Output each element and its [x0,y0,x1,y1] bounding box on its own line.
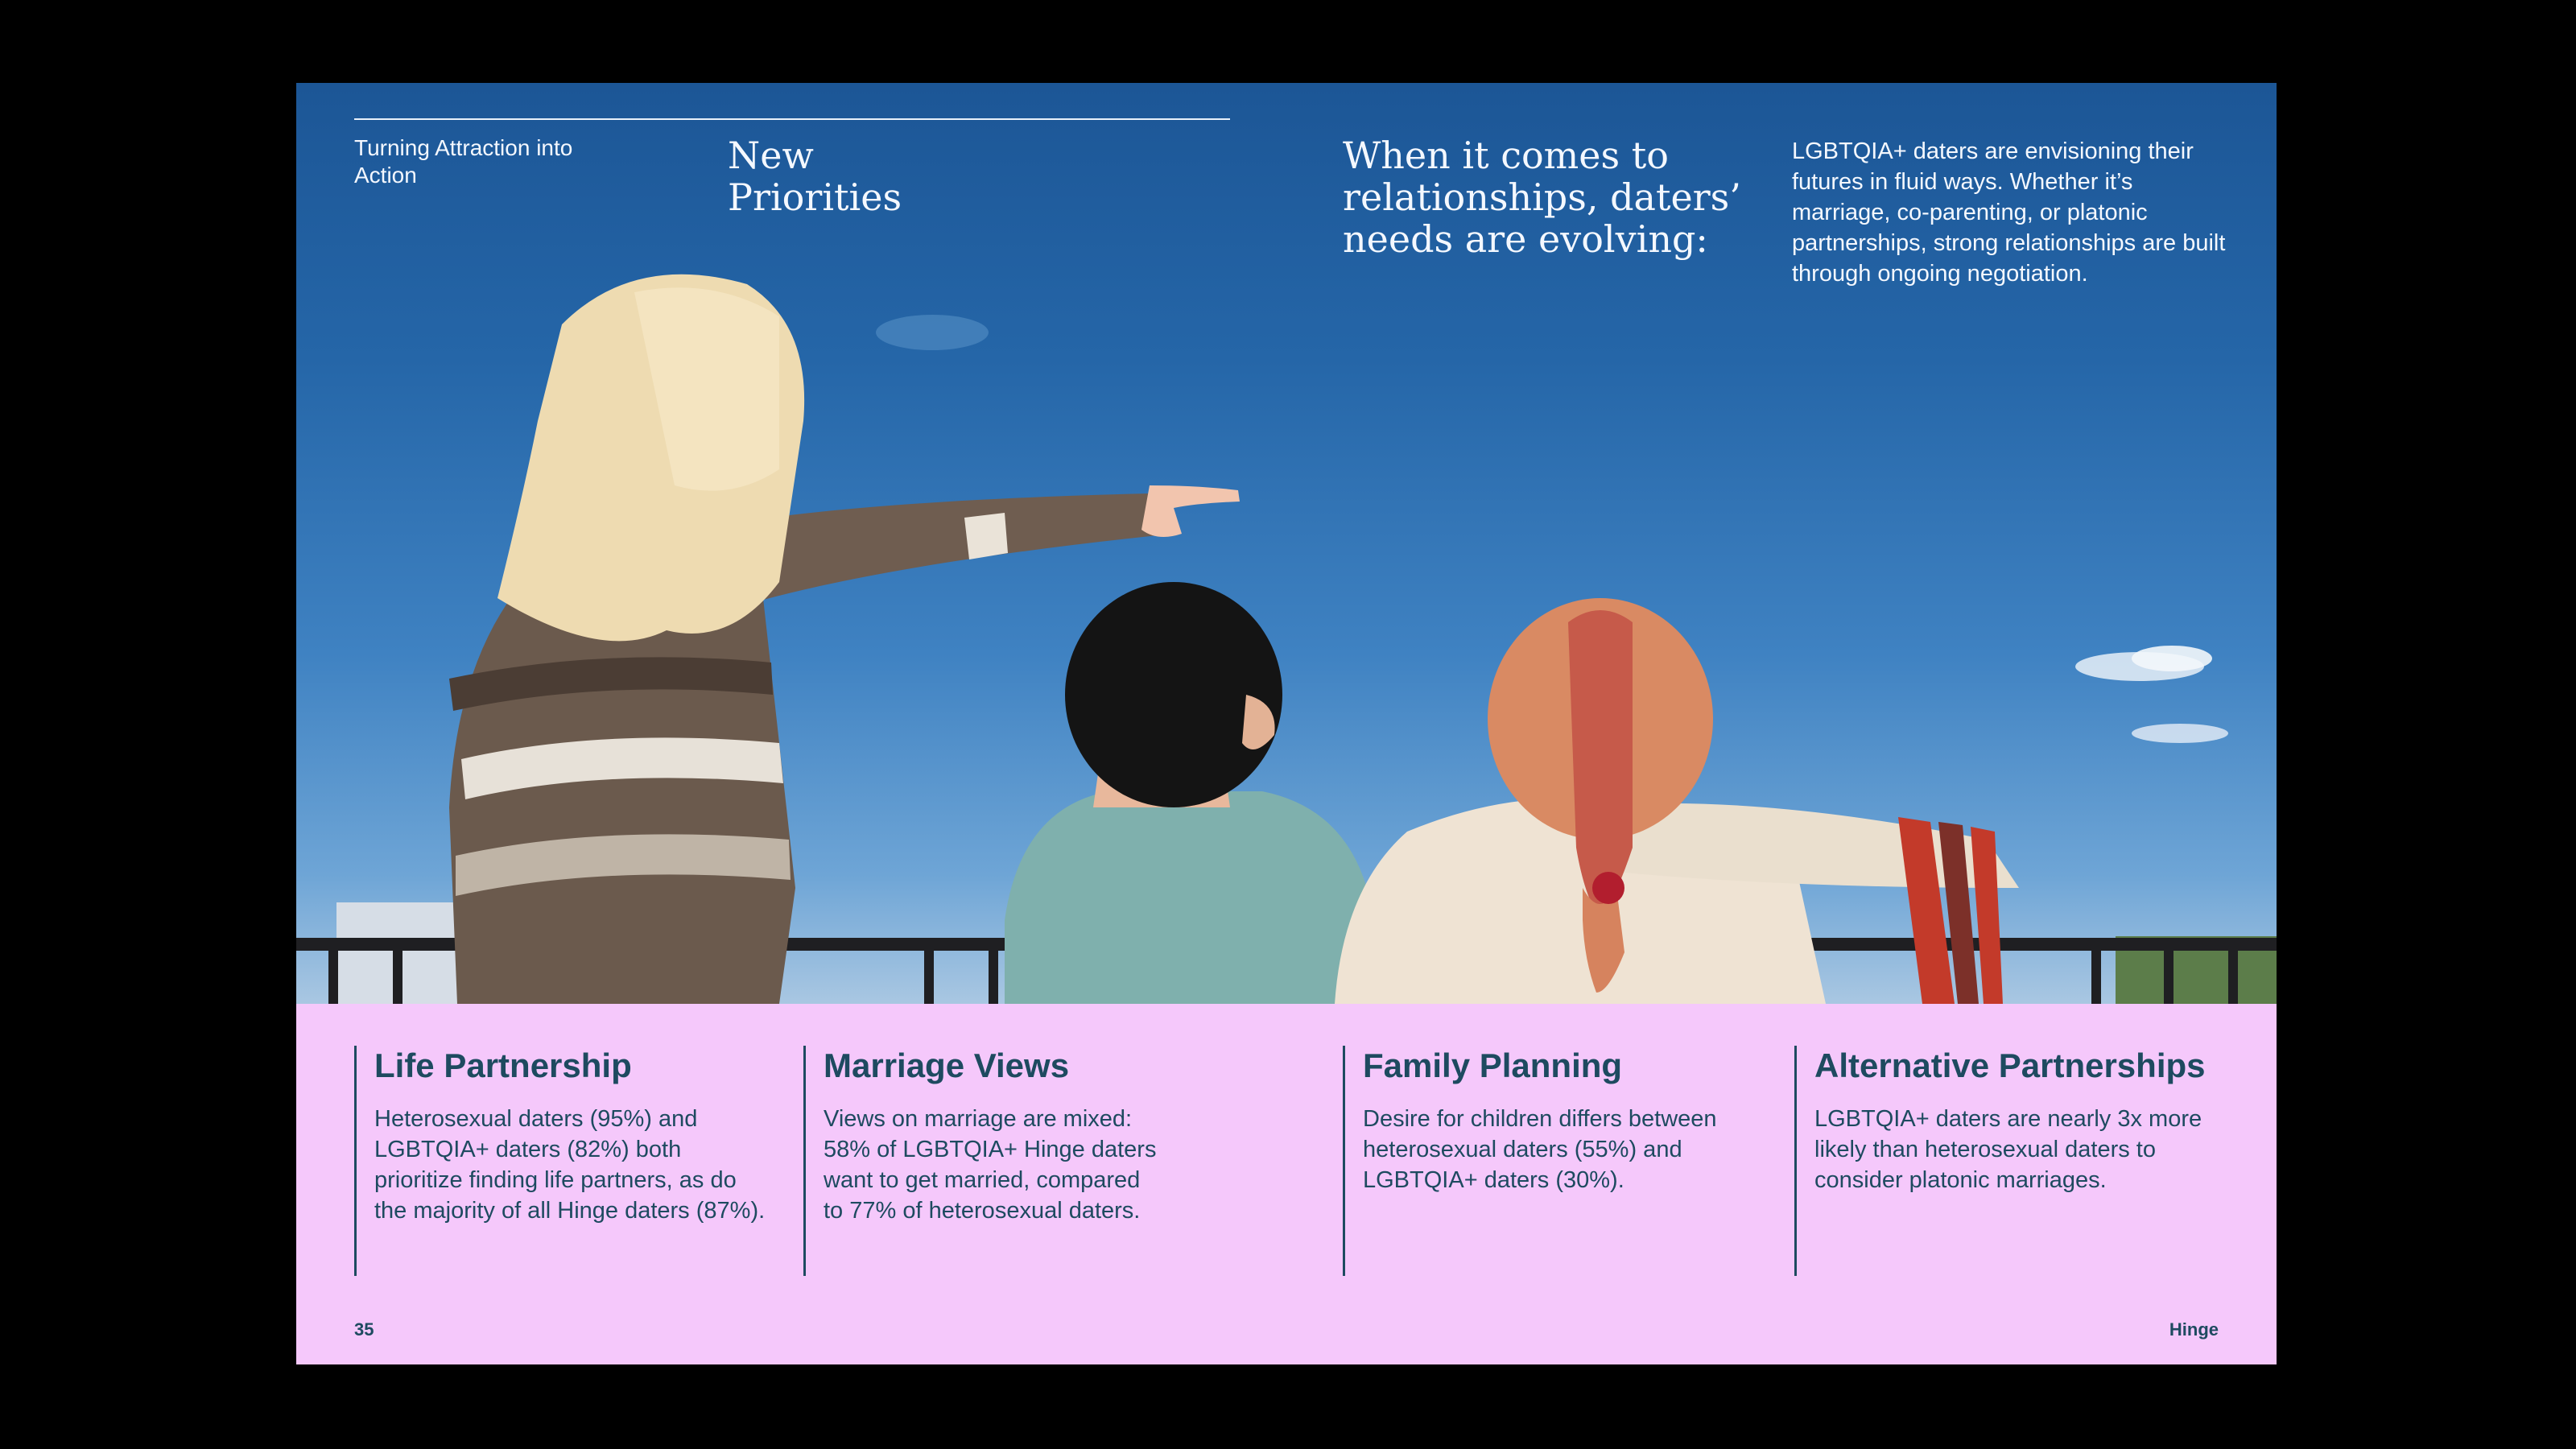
card-title: Alternative Partnerships [1814,1046,2206,1084]
card-life-partnership: Life Partnership Heterosexual daters (95… [354,1046,773,1276]
card-marriage-views: Marriage Views Views on marriage are mix… [803,1046,1158,1276]
hero-photo: Turning Attraction into Action New Prior… [296,83,2277,1004]
stats-panel: Life Partnership Heterosexual daters (95… [296,1004,2277,1364]
top-rule [354,118,1230,120]
section-title: New Priorities [728,134,902,219]
report-spread: Turning Attraction into Action New Prior… [296,83,2277,1364]
card-body: Views on marriage are mixed: 58% of LGBT… [824,1106,1157,1224]
cloud [876,315,989,350]
card-body: Desire for children differs between hete… [1363,1106,1717,1193]
cloud [2132,646,2212,671]
card-title: Family Planning [1363,1046,1623,1084]
person-red-braid [1335,598,2019,1004]
brand-wordmark: Hinge [2169,1319,2219,1340]
cloud [2132,724,2228,743]
card-title: Life Partnership [374,1046,632,1084]
card-body: LGBTQIA+ daters are nearly 3x more likel… [1814,1106,2202,1193]
card-title: Marriage Views [824,1046,1070,1084]
page-number: 35 [354,1319,374,1340]
headline: When it comes to relationships, daters’ … [1343,134,1741,261]
person-dark-hair [1005,582,1375,1004]
card-family-planning: Family Planning Desire for children diff… [1343,1046,1769,1276]
card-alternative-partnerships: Alternative Partnerships LGBTQIA+ daters… [1794,1046,2213,1276]
kicker: Turning Attraction into Action [354,135,573,188]
card-body: Heterosexual daters (95%) and LGBTQIA+ d… [374,1106,766,1224]
intro-paragraph: LGBTQIA+ daters are envisioning their fu… [1792,138,2226,287]
